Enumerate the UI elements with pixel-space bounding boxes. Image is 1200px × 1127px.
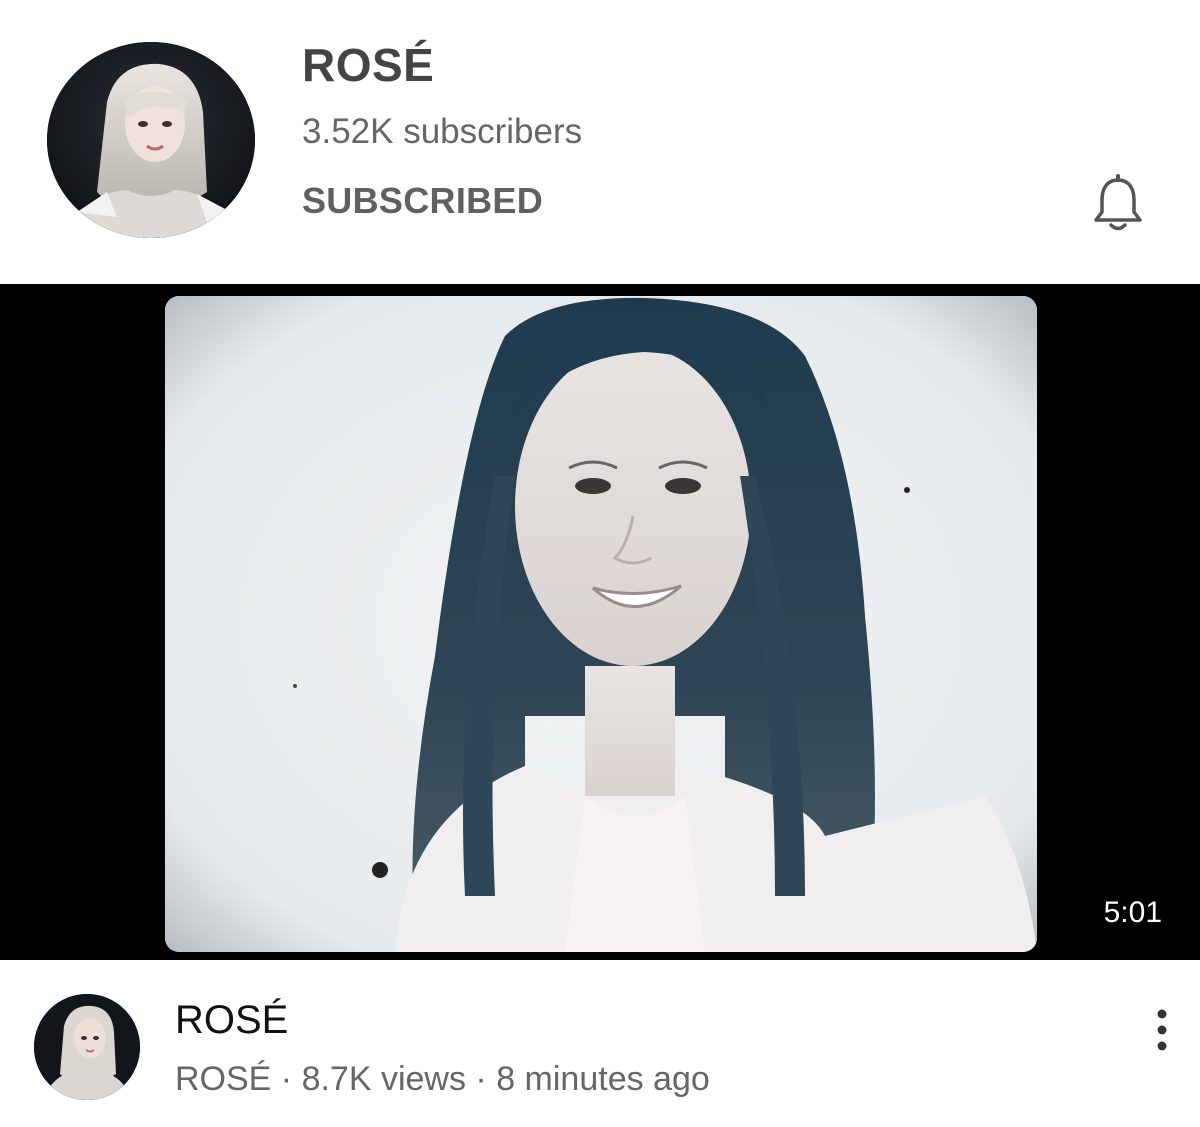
video-thumbnail[interactable]: 5:01 (0, 284, 1200, 960)
duration-badge: 5:01 (1097, 894, 1168, 932)
subscribed-button[interactable]: SUBSCRIBED (302, 180, 543, 222)
video-channel-name[interactable]: ROSÉ (175, 1060, 271, 1098)
youtube-channel-page: ROSÉ 3.52K subscribers SUBSCRIBED 5:01 R… (0, 0, 1200, 1127)
separator-dot: · (465, 1060, 497, 1098)
subscriber-count: 3.52K subscribers (302, 112, 583, 151)
channel-header: ROSÉ 3.52K subscribers SUBSCRIBED (0, 0, 1200, 284)
video-subline: ROSÉ · 8.7K views · 8 minutes ago (175, 1060, 710, 1099)
more-vert-icon (1157, 1009, 1167, 1051)
channel-avatar[interactable] (47, 42, 255, 238)
bell-icon (1094, 174, 1142, 231)
view-count: 8.7K views (301, 1060, 466, 1098)
video-meta: ROSÉ ROSÉ · 8.7K views · 8 minutes ago (0, 960, 1200, 1127)
avatar-photo-icon (34, 994, 140, 1100)
upload-time: 8 minutes ago (496, 1060, 710, 1098)
avatar-photo-icon (47, 42, 255, 238)
thumbnail-image (165, 296, 1037, 952)
thumbnail-photo-icon (165, 296, 1037, 952)
video-channel-avatar[interactable] (34, 994, 140, 1100)
channel-name: ROSÉ (302, 39, 435, 91)
separator-dot: · (271, 1060, 302, 1098)
video-title[interactable]: ROSÉ (175, 998, 288, 1043)
notification-bell-button[interactable] (1090, 170, 1146, 234)
more-options-button[interactable] (1140, 1000, 1184, 1060)
